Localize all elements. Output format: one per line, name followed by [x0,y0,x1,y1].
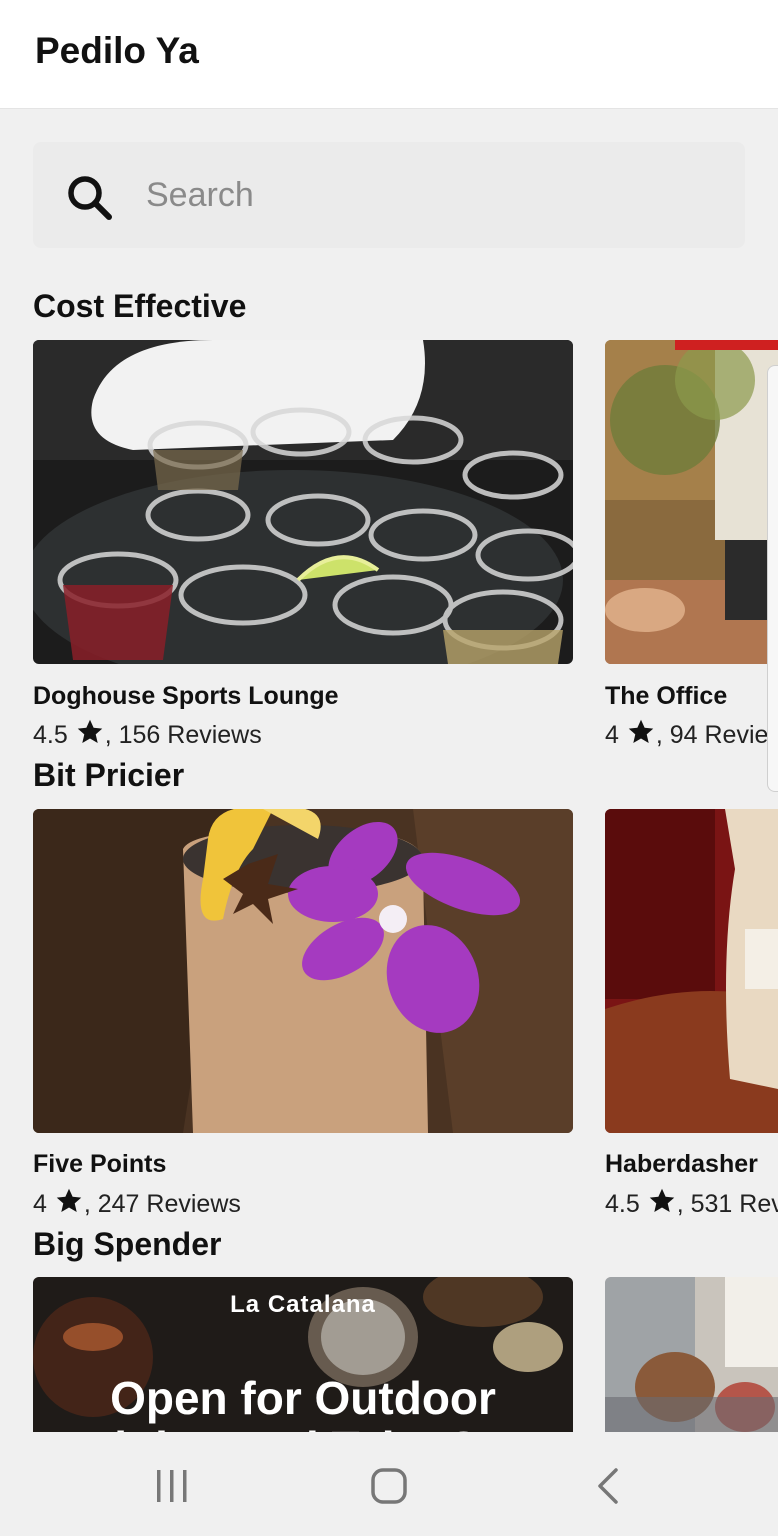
restaurant-card-image[interactable] [605,1277,778,1432]
restaurant-name[interactable]: Haberdasher [605,1150,758,1179]
rating-value: 4.5 [33,721,68,749]
review-count: , 531 Reviews [676,1190,778,1218]
rating-value: 4 [605,721,619,749]
search-icon[interactable] [64,172,114,222]
restaurant-card-image[interactable] [33,809,573,1133]
star-icon [626,718,656,753]
restaurant-card-image[interactable] [33,340,573,664]
restaurant-rating: 4.5 , 531 Reviews [605,1187,778,1222]
promo-text: Open for Outdoor Dining and Take Out [81,1372,525,1432]
promo-heading: La Catalana [230,1291,376,1318]
restaurant-rating: 4 , 247 Reviews [33,1187,241,1222]
restaurant-rating: 4.5 , 156 Reviews [33,718,262,753]
app-title: Pedilo Ya [35,30,199,71]
search-input[interactable]: Search [146,176,254,215]
section-title-cost-effective: Cost Effective [33,288,247,324]
review-count: , 156 Reviews [104,721,262,749]
home-icon[interactable] [369,1466,409,1506]
rating-value: 4.5 [605,1190,640,1218]
restaurant-name[interactable]: The Office [605,682,727,711]
search-bar[interactable]: Search [33,142,745,248]
app-bar: Pedilo Ya [0,0,778,109]
restaurant-name[interactable]: Doghouse Sports Lounge [33,682,339,711]
system-nav-bar [0,1432,778,1536]
restaurant-card-image[interactable] [605,809,778,1133]
section-title-big-spender: Big Spender [33,1226,222,1262]
star-icon [54,1187,84,1222]
review-count: , 247 Reviews [83,1190,241,1218]
star-icon [647,1187,677,1222]
scrollbar[interactable] [767,365,778,792]
restaurant-name[interactable]: Five Points [33,1150,166,1179]
restaurant-card-image[interactable] [605,340,778,664]
recent-apps-icon[interactable] [152,1466,192,1506]
back-icon[interactable] [590,1466,630,1506]
star-icon [75,718,105,753]
rating-value: 4 [33,1190,47,1218]
restaurant-card-image[interactable]: La Catalana Open for Outdoor Dining and … [33,1277,573,1432]
restaurant-rating: 4 , 94 Reviews [605,718,778,753]
section-title-bit-pricier: Bit Pricier [33,757,185,793]
review-count: , 94 Reviews [655,721,778,749]
